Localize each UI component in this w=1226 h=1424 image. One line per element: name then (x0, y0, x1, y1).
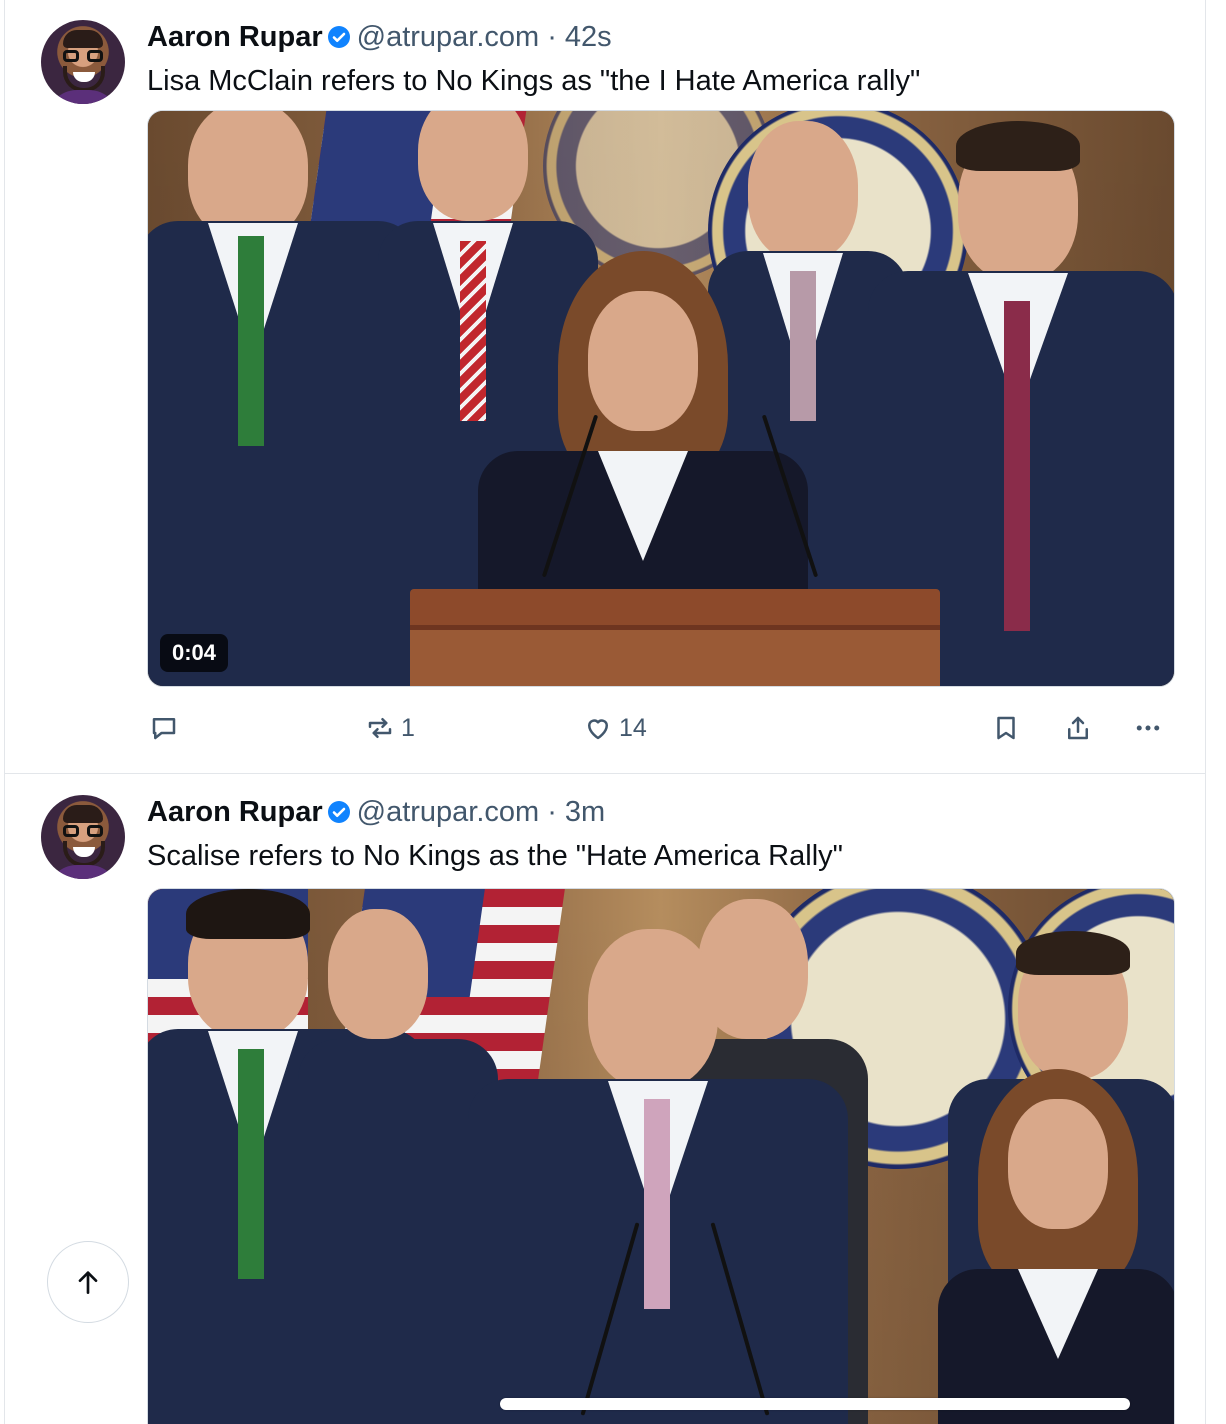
share-icon (1068, 716, 1088, 740)
bookmark-button[interactable] (991, 706, 1021, 750)
ellipsis-icon (1136, 725, 1160, 731)
scroll-to-top-button[interactable] (47, 1241, 129, 1323)
video-player[interactable]: 0:04 (147, 110, 1175, 687)
post[interactable]: Aaron Rupar @atrupar.com · 42s Lisa McCl… (5, 0, 1205, 774)
video-player[interactable] (147, 888, 1175, 1424)
speech-bubble-icon (152, 718, 176, 740)
separator-dot: · (547, 21, 557, 53)
video-duration: 0:04 (160, 634, 229, 672)
more-options-button[interactable] (1133, 706, 1163, 750)
post-time[interactable]: 42s (565, 18, 612, 56)
like-button[interactable]: 14 (583, 706, 647, 750)
heart-icon (588, 719, 608, 740)
video-frame (148, 111, 1174, 686)
post-header: Aaron Rupar @atrupar.com · 3m (147, 793, 605, 831)
post-header: Aaron Rupar @atrupar.com · 42s (147, 18, 612, 56)
feed: Aaron Rupar @atrupar.com · 42s Lisa McCl… (4, 0, 1206, 1424)
podium (410, 589, 940, 686)
post-time[interactable]: 3m (565, 793, 605, 831)
share-button[interactable] (1063, 706, 1093, 750)
reply-button[interactable] (149, 706, 179, 750)
verified-check-icon (327, 26, 350, 48)
author-handle[interactable]: @atrupar.com (357, 18, 540, 56)
repost-arrows-icon (368, 718, 392, 738)
separator-dot: · (547, 796, 557, 828)
avatar[interactable] (41, 795, 125, 879)
post-text: Scalise refers to No Kings as the "Hate … (147, 840, 843, 872)
author-name[interactable]: Aaron Rupar (147, 18, 323, 56)
post-text: Lisa McClain refers to No Kings as "the … (147, 65, 921, 97)
author-handle[interactable]: @atrupar.com (357, 793, 540, 831)
repost-count: 1 (401, 713, 415, 742)
bookmark-icon (997, 716, 1015, 740)
author-name[interactable]: Aaron Rupar (147, 793, 323, 831)
avatar[interactable] (41, 20, 125, 104)
repost-button[interactable]: 1 (365, 706, 415, 750)
video-frame (148, 889, 1174, 1424)
post[interactable]: Aaron Rupar @atrupar.com · 3m Scalise re… (5, 775, 1205, 1424)
like-count: 14 (619, 713, 647, 742)
home-indicator[interactable] (500, 1398, 1130, 1410)
post-actions: 1 14 (147, 706, 1177, 750)
verified-check-icon (327, 801, 350, 823)
arrow-up-icon (78, 1271, 98, 1294)
